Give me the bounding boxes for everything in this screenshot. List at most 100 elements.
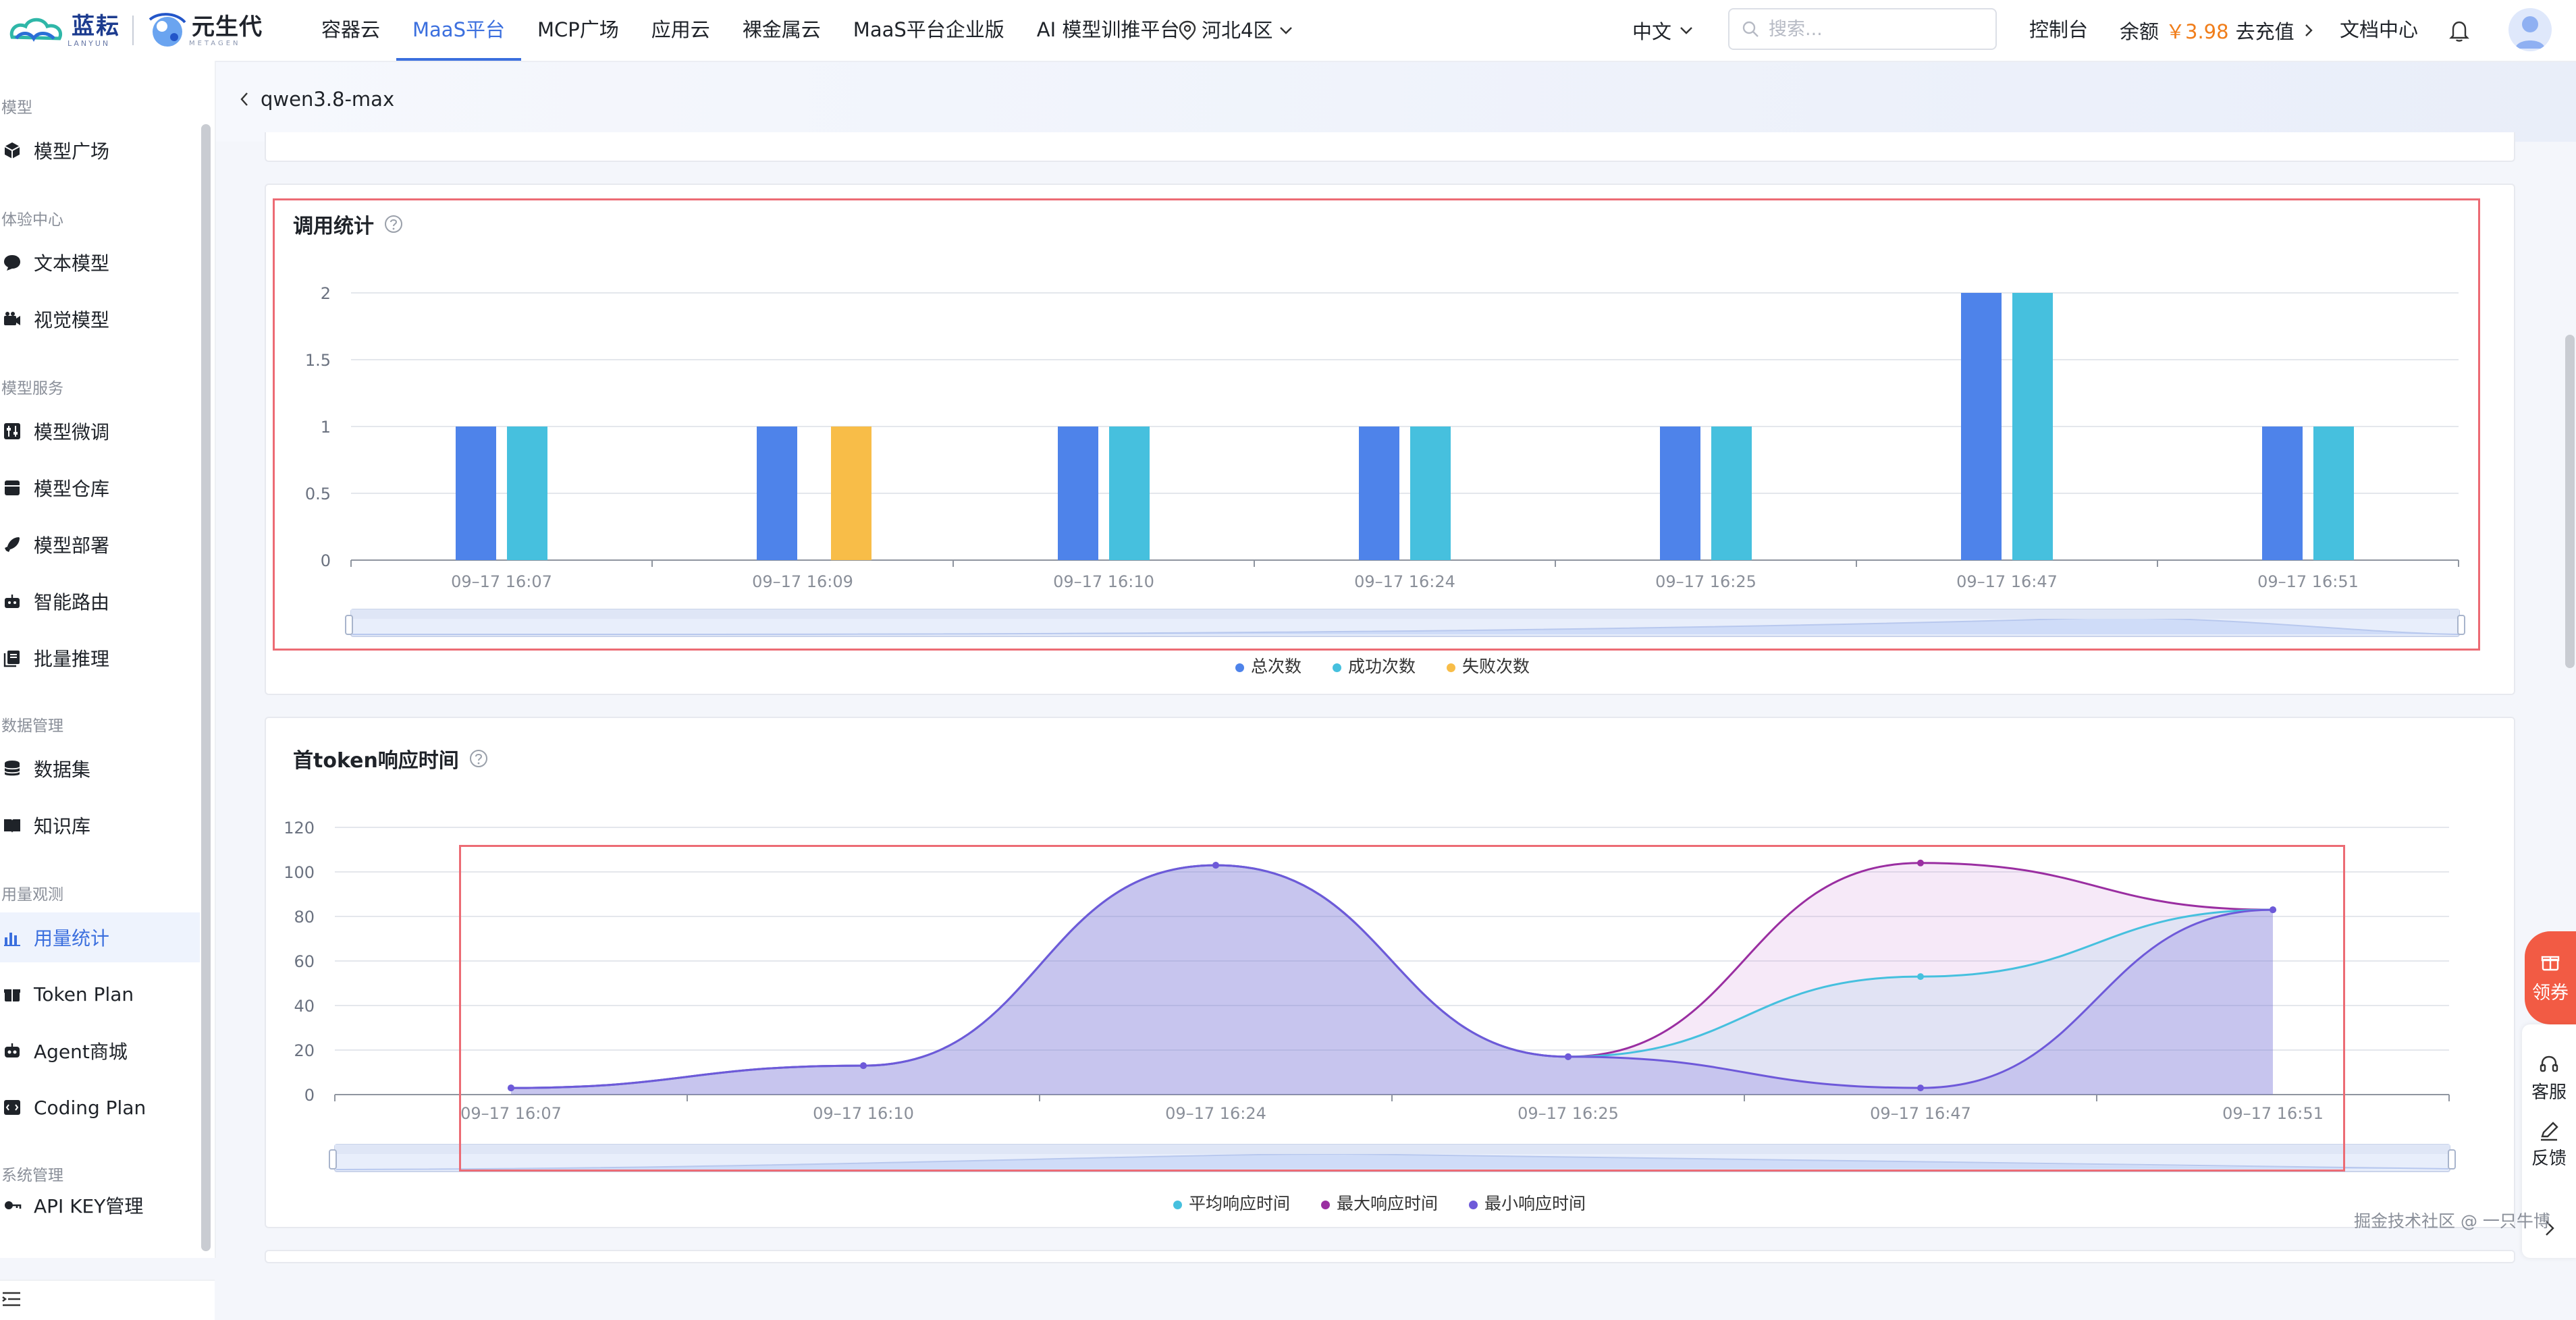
brand-divider (132, 16, 134, 45)
gift-icon (4, 989, 20, 1001)
user-avatar[interactable] (2508, 8, 2552, 51)
language-label: 中文 (1632, 20, 1672, 43)
page-scrollbar[interactable] (2565, 335, 2575, 668)
sidebar-item-api-key[interactable]: API KEY管理 (0, 1192, 200, 1219)
feedback-button[interactable]: 反馈 (2522, 1120, 2576, 1170)
robot-icon (5, 595, 20, 608)
sidebar-item-label: 模型广场 (34, 140, 110, 163)
sidebar-group-model-service: 模型服务 (1, 380, 63, 397)
language-selector[interactable]: 中文 (1632, 0, 1694, 61)
region-selector[interactable]: 河北4区 (1179, 0, 1294, 61)
sidebar-group-data: 数据管理 (1, 717, 63, 735)
line-y-tick-label: 0 (304, 1086, 315, 1105)
tune-icon (4, 423, 20, 439)
brand-logos[interactable]: 蓝耘 LANYUN 元生代 METAGEN (7, 5, 263, 55)
sidebar-item-label: 智能路由 (34, 591, 110, 613)
nav-bare-metal[interactable]: 裸金属云 (726, 0, 837, 61)
sidebar-item-token-plan[interactable]: Token Plan (0, 969, 200, 1019)
lanyun-name: 蓝耘 (72, 12, 120, 40)
nav-ai-training[interactable]: AI 模型训推平台 (1021, 0, 1196, 61)
sidebar-item-vision-model[interactable]: 视觉模型 (0, 294, 200, 344)
sidebar-group-usage: 用量观测 (1, 886, 63, 904)
sidebar-group-system: 系统管理 (1, 1167, 63, 1184)
legend-fail[interactable]: 失败次数 (1447, 653, 1530, 678)
sidebar-group-model: 模型 (1, 99, 32, 117)
sidebar-item-knowledge-base[interactable]: 知识库 (0, 800, 200, 850)
help-circle-icon[interactable] (468, 748, 489, 769)
sidebar-item-label: 模型仓库 (34, 478, 110, 500)
metagen-subtitle: METAGEN (189, 39, 241, 47)
docs-center-link[interactable]: 文档中心 (2340, 0, 2418, 59)
bell-icon[interactable] (2446, 18, 2472, 43)
search-box[interactable] (1728, 8, 1997, 50)
sidebar-item-label: API KEY管理 (34, 1195, 144, 1217)
key-icon (5, 1201, 22, 1209)
collapse-menu-icon[interactable] (1, 1290, 22, 1308)
line-y-tick-label: 60 (294, 952, 315, 971)
sidebar-item-fine-tune[interactable]: 模型微调 (0, 406, 200, 456)
back-navigation[interactable]: qwen3.8-max (238, 88, 394, 111)
sidebar-item-dataset[interactable]: 数据集 (0, 744, 200, 794)
balance-area[interactable]: 余额 ￥3.98 去充值 (2120, 0, 2316, 61)
customer-service-button[interactable]: 客服 (2522, 1054, 2576, 1103)
console-link[interactable]: 控制台 (2029, 0, 2088, 59)
line-y-tick-label: 20 (294, 1041, 315, 1060)
pencil-icon (2541, 1122, 2558, 1141)
legend-label: 总次数 (1251, 657, 1302, 676)
sidebar-item-model-repo[interactable]: 模型仓库 (0, 463, 200, 513)
legend-min[interactable]: 最小响应时间 (1469, 1190, 1586, 1215)
nav-maas[interactable]: MaaS平台 (396, 0, 521, 61)
sidebar-scrollbar[interactable] (201, 124, 211, 1251)
ttft-legend: 平均响应时间 最大响应时间 最小响应时间 (1173, 1190, 1586, 1215)
highlight-box-ttft (459, 845, 2345, 1172)
sidebar-item-agent-store[interactable]: Agent商城 (0, 1026, 200, 1076)
book-icon (4, 819, 20, 833)
feedback-label: 反馈 (2531, 1149, 2567, 1169)
legend-total[interactable]: 总次数 (1235, 653, 1302, 678)
sidebar-item-usage-stats[interactable]: 用量统计 (0, 912, 200, 962)
page-header-bar (216, 62, 2576, 142)
legend-label: 平均响应时间 (1189, 1194, 1291, 1213)
page-title: qwen3.8-max (261, 88, 395, 111)
nav-app-cloud[interactable]: 应用云 (635, 0, 726, 61)
recharge-link[interactable]: 去充值 (2236, 16, 2295, 45)
legend-success[interactable]: 成功次数 (1333, 653, 1416, 678)
sidebar-item-label: 批量推理 (34, 648, 110, 670)
legend-avg[interactable]: 平均响应时间 (1173, 1190, 1290, 1215)
legend-label: 成功次数 (1348, 657, 1416, 676)
chevron-left-icon (240, 92, 248, 106)
sidebar-item-coding-plan[interactable]: Coding Plan (0, 1082, 200, 1132)
legend-label: 最大响应时间 (1337, 1194, 1439, 1213)
sidebar-item-label: 视觉模型 (34, 309, 110, 331)
search-icon (1742, 21, 1759, 37)
search-input[interactable] (1767, 18, 1986, 40)
chevron-down-icon (1280, 27, 1293, 34)
legend-max[interactable]: 最大响应时间 (1321, 1190, 1438, 1215)
next-card (265, 1250, 2515, 1263)
location-pin-icon (1179, 20, 1196, 40)
call-stats-legend: 总次数 成功次数 失败次数 (1235, 653, 1530, 678)
sidebar-footer (0, 1280, 215, 1320)
lanyun-logo-icon (9, 18, 62, 42)
nav-mcp[interactable]: MCP广场 (521, 0, 635, 61)
sidebar-item-batch-inference[interactable]: 批量推理 (0, 633, 200, 683)
legend-label: 最小响应时间 (1484, 1194, 1586, 1213)
sidebar-item-model-deploy[interactable]: 模型部署 (0, 520, 200, 570)
previous-card (265, 132, 2515, 162)
sidebar-item-label: 模型部署 (34, 534, 110, 557)
sidebar-item-text-model[interactable]: 文本模型 (0, 238, 200, 287)
nav-container-cloud[interactable]: 容器云 (305, 0, 396, 61)
agent-icon (5, 1043, 20, 1057)
sidebar-item-model-square[interactable]: 模型广场 (0, 126, 200, 175)
coupon-button[interactable]: 领券 (2525, 931, 2576, 1024)
database-icon (4, 761, 20, 776)
watermark: 掘金技术社区 @ 一只牛博 (2354, 1211, 2550, 1231)
line-y-axis: 0 20 40 60 80 100 120 (284, 819, 315, 1105)
sidebar-item-label: 模型微调 (34, 421, 110, 443)
nav-maas-enterprise[interactable]: MaaS平台企业版 (837, 0, 1021, 61)
bar-chart-icon (4, 933, 20, 946)
sidebar-item-label: 用量统计 (34, 927, 110, 950)
sidebar-item-smart-routing[interactable]: 智能路由 (0, 576, 200, 626)
sidebar-item-label: Coding Plan (34, 1096, 146, 1119)
sidebar-item-label: Agent商城 (34, 1041, 128, 1063)
